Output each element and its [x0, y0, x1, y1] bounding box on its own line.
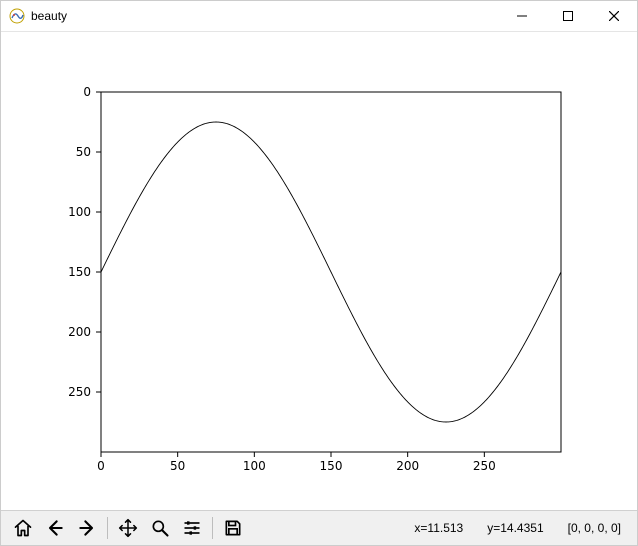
close-button[interactable] [591, 1, 637, 31]
plot-canvas: 0 50 100 150 200 250 0 50 100 150 200 250 [1, 32, 637, 512]
minimize-button[interactable] [499, 1, 545, 31]
save-icon [223, 518, 243, 538]
sliders-icon [182, 518, 202, 538]
window-title: beauty [31, 9, 67, 23]
status-x: x=11.513 [414, 521, 463, 535]
toolbar-separator [107, 517, 108, 539]
home-icon [13, 518, 33, 538]
svg-text:0: 0 [97, 459, 105, 473]
subplots-button[interactable] [177, 513, 207, 543]
status-extra: [0, 0, 0, 0] [568, 521, 621, 535]
app-icon [9, 8, 25, 24]
svg-text:150: 150 [68, 265, 91, 279]
home-button[interactable] [8, 513, 38, 543]
zoom-icon [150, 518, 170, 538]
svg-text:200: 200 [68, 325, 91, 339]
svg-text:200: 200 [396, 459, 419, 473]
svg-text:250: 250 [68, 385, 91, 399]
back-button[interactable] [40, 513, 70, 543]
svg-text:100: 100 [68, 205, 91, 219]
svg-text:0: 0 [83, 85, 91, 99]
svg-text:250: 250 [473, 459, 496, 473]
plot-area[interactable]: 0 50 100 150 200 250 0 50 100 150 200 250 [1, 32, 637, 510]
status-bar: x=11.513 y=14.4351 [0, 0, 0, 0] [414, 521, 631, 535]
toolbar-separator [212, 517, 213, 539]
forward-button[interactable] [72, 513, 102, 543]
toolbar: x=11.513 y=14.4351 [0, 0, 0, 0] [1, 510, 637, 545]
pan-button[interactable] [113, 513, 143, 543]
svg-text:150: 150 [320, 459, 343, 473]
save-button[interactable] [218, 513, 248, 543]
app-window: beauty 0 50 100 150 200 250 0 50 100 150 200 250 [0, 0, 638, 546]
svg-text:50: 50 [170, 459, 185, 473]
titlebar: beauty [1, 1, 637, 32]
status-y: y=14.4351 [487, 521, 543, 535]
arrow-left-icon [45, 518, 65, 538]
move-icon [118, 518, 138, 538]
maximize-button[interactable] [545, 1, 591, 31]
arrow-right-icon [77, 518, 97, 538]
svg-text:50: 50 [76, 145, 91, 159]
zoom-button[interactable] [145, 513, 175, 543]
svg-text:100: 100 [243, 459, 266, 473]
